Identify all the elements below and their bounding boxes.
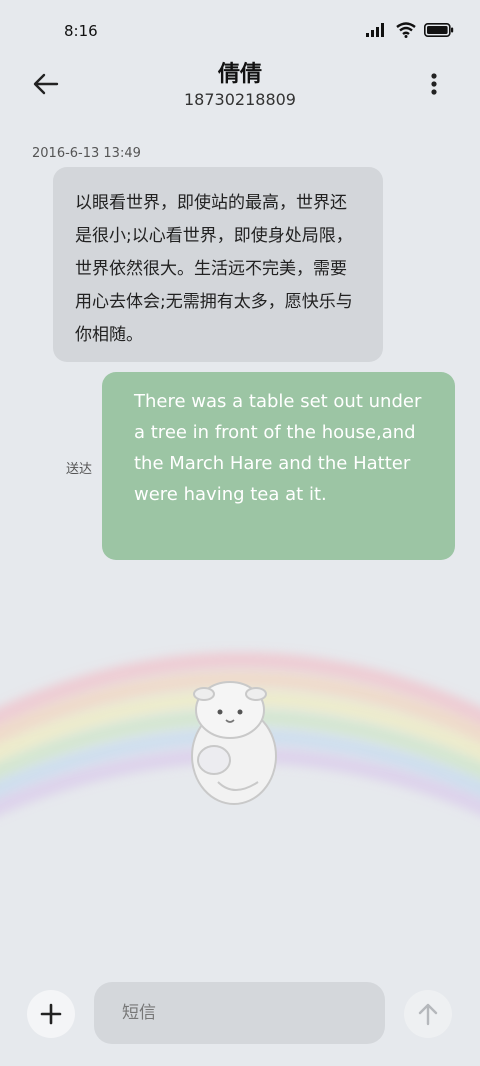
battery-icon (424, 23, 454, 37)
conversation-header: 倩倩 18730218809 (0, 52, 480, 116)
status-time: 8:16 (64, 22, 98, 40)
send-arrow-up-icon (418, 1003, 438, 1026)
signal-icon (366, 23, 384, 37)
incoming-message-bubble[interactable]: 以眼看世界，即使站的最高，世界还是很小;以心看世界，即使身处局限，世界依然很大。… (53, 167, 383, 362)
more-vert-icon (431, 73, 437, 95)
contact-number: 18730218809 (184, 90, 296, 109)
message-timestamp: 2016-6-13 13:49 (32, 146, 141, 161)
wifi-icon (396, 22, 416, 38)
composer-bar (0, 982, 480, 1046)
send-button[interactable] (404, 990, 452, 1038)
plus-icon (40, 1003, 62, 1025)
status-icons (366, 22, 454, 38)
alpaca-sticker (191, 681, 277, 805)
message-input[interactable] (94, 982, 385, 1044)
outgoing-message-bubble[interactable]: There was a table set out under a tree i… (102, 372, 455, 560)
delivery-status: 送达 (66, 462, 93, 477)
contact-name: 倩倩 (217, 62, 262, 87)
more-options-button[interactable] (416, 66, 452, 102)
add-attachment-button[interactable] (27, 990, 75, 1038)
